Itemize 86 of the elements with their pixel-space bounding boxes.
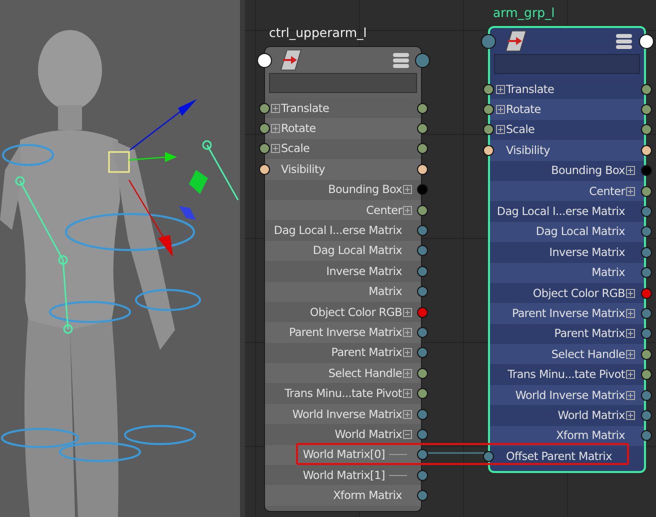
attribute-label: World Matrix[0] bbox=[302, 448, 385, 462]
attribute-label: World Inverse Matrix bbox=[515, 388, 625, 402]
attribute-label: Object Color RGB bbox=[310, 306, 402, 319]
attribute-label: Visibility bbox=[506, 144, 550, 157]
attribute-label: Xform Matrix bbox=[556, 429, 625, 442]
expand-icon[interactable] bbox=[626, 288, 635, 298]
attribute-label: Dag Local I...erse Matrix bbox=[496, 205, 625, 218]
attribute-label: Dag Local I...erse Matrix bbox=[274, 224, 402, 238]
attribute-label: World Inverse Matrix bbox=[292, 408, 402, 421]
input-port[interactable] bbox=[258, 102, 270, 114]
node-type-icon bbox=[504, 30, 528, 52]
input-port[interactable] bbox=[480, 34, 496, 48]
attribute-label: Matrix bbox=[592, 266, 625, 280]
attribute-label: Dag Local Matrix bbox=[536, 225, 625, 238]
expand-icon[interactable] bbox=[403, 185, 412, 194]
attribute-label: Matrix bbox=[368, 285, 402, 298]
expand-icon[interactable] bbox=[496, 84, 505, 94]
input-port[interactable] bbox=[482, 124, 494, 136]
node-type-icon bbox=[279, 49, 303, 71]
input-port[interactable] bbox=[482, 450, 494, 462]
expand-icon[interactable] bbox=[403, 410, 412, 419]
attribute-label: Xform Matrix bbox=[333, 489, 402, 502]
attribute-label: Parent Inverse Matrix bbox=[288, 326, 402, 339]
expand-icon[interactable] bbox=[271, 144, 280, 154]
input-port[interactable] bbox=[258, 123, 270, 134]
expand-icon[interactable] bbox=[496, 105, 505, 114]
expand-icon[interactable] bbox=[403, 206, 412, 215]
node-title: ctrl_upperarm_l bbox=[269, 25, 367, 40]
input-port[interactable] bbox=[258, 143, 270, 154]
attribute-label: Center bbox=[589, 184, 625, 198]
attribute-label: Select Handle bbox=[328, 366, 402, 380]
expand-icon[interactable] bbox=[496, 125, 505, 134]
expand-icon[interactable] bbox=[403, 389, 412, 398]
attribute-label: Rotate bbox=[506, 103, 541, 116]
menu-icon[interactable] bbox=[616, 34, 632, 48]
tree-line bbox=[389, 454, 407, 456]
attribute-label: Trans Minu...tate Pivot bbox=[284, 387, 402, 400]
attribute-label: Translate bbox=[506, 82, 554, 96]
node-card[interactable] bbox=[264, 46, 422, 512]
input-port[interactable] bbox=[482, 104, 494, 116]
attribute-label: Trans Minu...tate Pivot bbox=[508, 368, 625, 382]
attribute-label: World Matrix[1] bbox=[302, 468, 385, 482]
attribute-label: Scale bbox=[506, 123, 535, 136]
attribute-label: Object Color RGB bbox=[532, 286, 625, 300]
attribute-label: Inverse Matrix bbox=[326, 264, 402, 278]
input-port[interactable] bbox=[482, 84, 494, 95]
tree-line bbox=[389, 474, 407, 476]
expand-icon[interactable] bbox=[271, 124, 280, 134]
expand-icon[interactable] bbox=[403, 328, 412, 337]
attribute-label: Select Handle bbox=[551, 348, 625, 361]
expand-icon[interactable] bbox=[626, 186, 635, 196]
connection-line bbox=[428, 451, 484, 455]
expand-icon[interactable] bbox=[626, 308, 635, 318]
search-field[interactable] bbox=[494, 54, 640, 74]
input-port[interactable] bbox=[258, 164, 270, 175]
attribute-label: Parent Matrix bbox=[331, 346, 402, 360]
input-port[interactable] bbox=[482, 144, 494, 156]
expand-icon[interactable] bbox=[403, 348, 412, 358]
menu-icon[interactable] bbox=[393, 52, 409, 68]
expand-icon[interactable] bbox=[403, 368, 412, 378]
expand-icon[interactable] bbox=[626, 390, 635, 400]
expand-icon[interactable] bbox=[626, 329, 635, 338]
attribute-label: Bounding Box bbox=[551, 164, 625, 178]
attribute-label: Center bbox=[366, 204, 402, 217]
attribute-label: World Matrix bbox=[334, 428, 402, 441]
attribute-label: Rotate bbox=[281, 122, 316, 136]
attribute-label: World Matrix bbox=[558, 408, 625, 422]
attribute-label: Translate bbox=[281, 102, 330, 115]
expand-icon[interactable] bbox=[271, 104, 280, 113]
expand-icon[interactable] bbox=[403, 308, 412, 317]
attribute-label: Bounding Box bbox=[328, 183, 402, 196]
expand-icon[interactable] bbox=[626, 166, 635, 176]
attribute-label: Dag Local Matrix bbox=[312, 244, 402, 258]
attribute-label: Visibility bbox=[281, 162, 325, 176]
attribute-label: Parent Matrix bbox=[554, 327, 625, 340]
attribute-label: Scale bbox=[281, 142, 310, 156]
attribute-label: Parent Inverse Matrix bbox=[512, 306, 625, 320]
attribute-label: Offset Parent Matrix bbox=[506, 450, 612, 463]
node-title: arm_grp_l bbox=[493, 5, 555, 20]
expand-icon[interactable] bbox=[626, 350, 635, 359]
search-field[interactable] bbox=[269, 73, 417, 93]
attribute-label: Inverse Matrix bbox=[549, 246, 625, 259]
expand-icon[interactable] bbox=[626, 410, 635, 420]
expand-icon[interactable] bbox=[626, 370, 635, 380]
input-port[interactable] bbox=[256, 52, 272, 68]
collapse-icon[interactable] bbox=[403, 430, 412, 439]
